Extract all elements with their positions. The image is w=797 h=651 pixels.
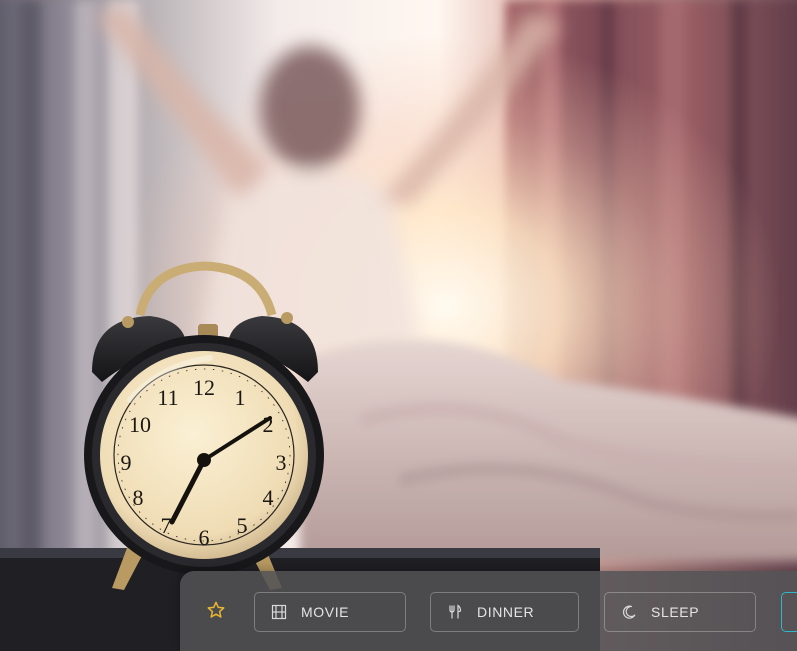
scene-button-partial[interactable]: [781, 592, 797, 632]
background-photo: 12 1 2 3 4 5 6 7 8 9 10 11: [0, 0, 797, 651]
scene-button-sleep[interactable]: SLEEP: [604, 592, 756, 632]
clock-numeral-10: 10: [129, 412, 151, 437]
favorite-button[interactable]: [204, 598, 228, 622]
clock-numeral-8: 8: [133, 485, 144, 510]
app-screen: 12 1 2 3 4 5 6 7 8 9 10 11 MOVIE DINNER …: [0, 0, 797, 651]
scene-button-sleep-label: SLEEP: [651, 604, 700, 620]
clock-numeral-11: 11: [157, 385, 178, 410]
scene-button-movie[interactable]: MOVIE: [254, 592, 406, 632]
scene-button-dinner-label: DINNER: [477, 604, 535, 620]
clock-numeral-2: 2: [263, 412, 274, 437]
scene-control-bar: MOVIE DINNER SLEEP: [180, 571, 797, 651]
clock-numeral-1: 1: [235, 385, 246, 410]
clock-numeral-9: 9: [121, 450, 132, 475]
fork-knife-icon: [447, 604, 463, 620]
clock-numeral-7: 7: [161, 513, 172, 538]
crescent-moon-icon: [621, 604, 637, 620]
star-outline-icon: [207, 601, 225, 618]
clock-numeral-3: 3: [276, 450, 287, 475]
film-grid-icon: [271, 604, 287, 620]
clock-numeral-12: 12: [193, 375, 215, 400]
clock-numeral-5: 5: [237, 513, 248, 538]
scene-button-movie-label: MOVIE: [301, 604, 350, 620]
clock-numeral-6: 6: [199, 525, 210, 550]
scene-button-dinner[interactable]: DINNER: [430, 592, 579, 632]
clock-numeral-4: 4: [263, 485, 274, 510]
